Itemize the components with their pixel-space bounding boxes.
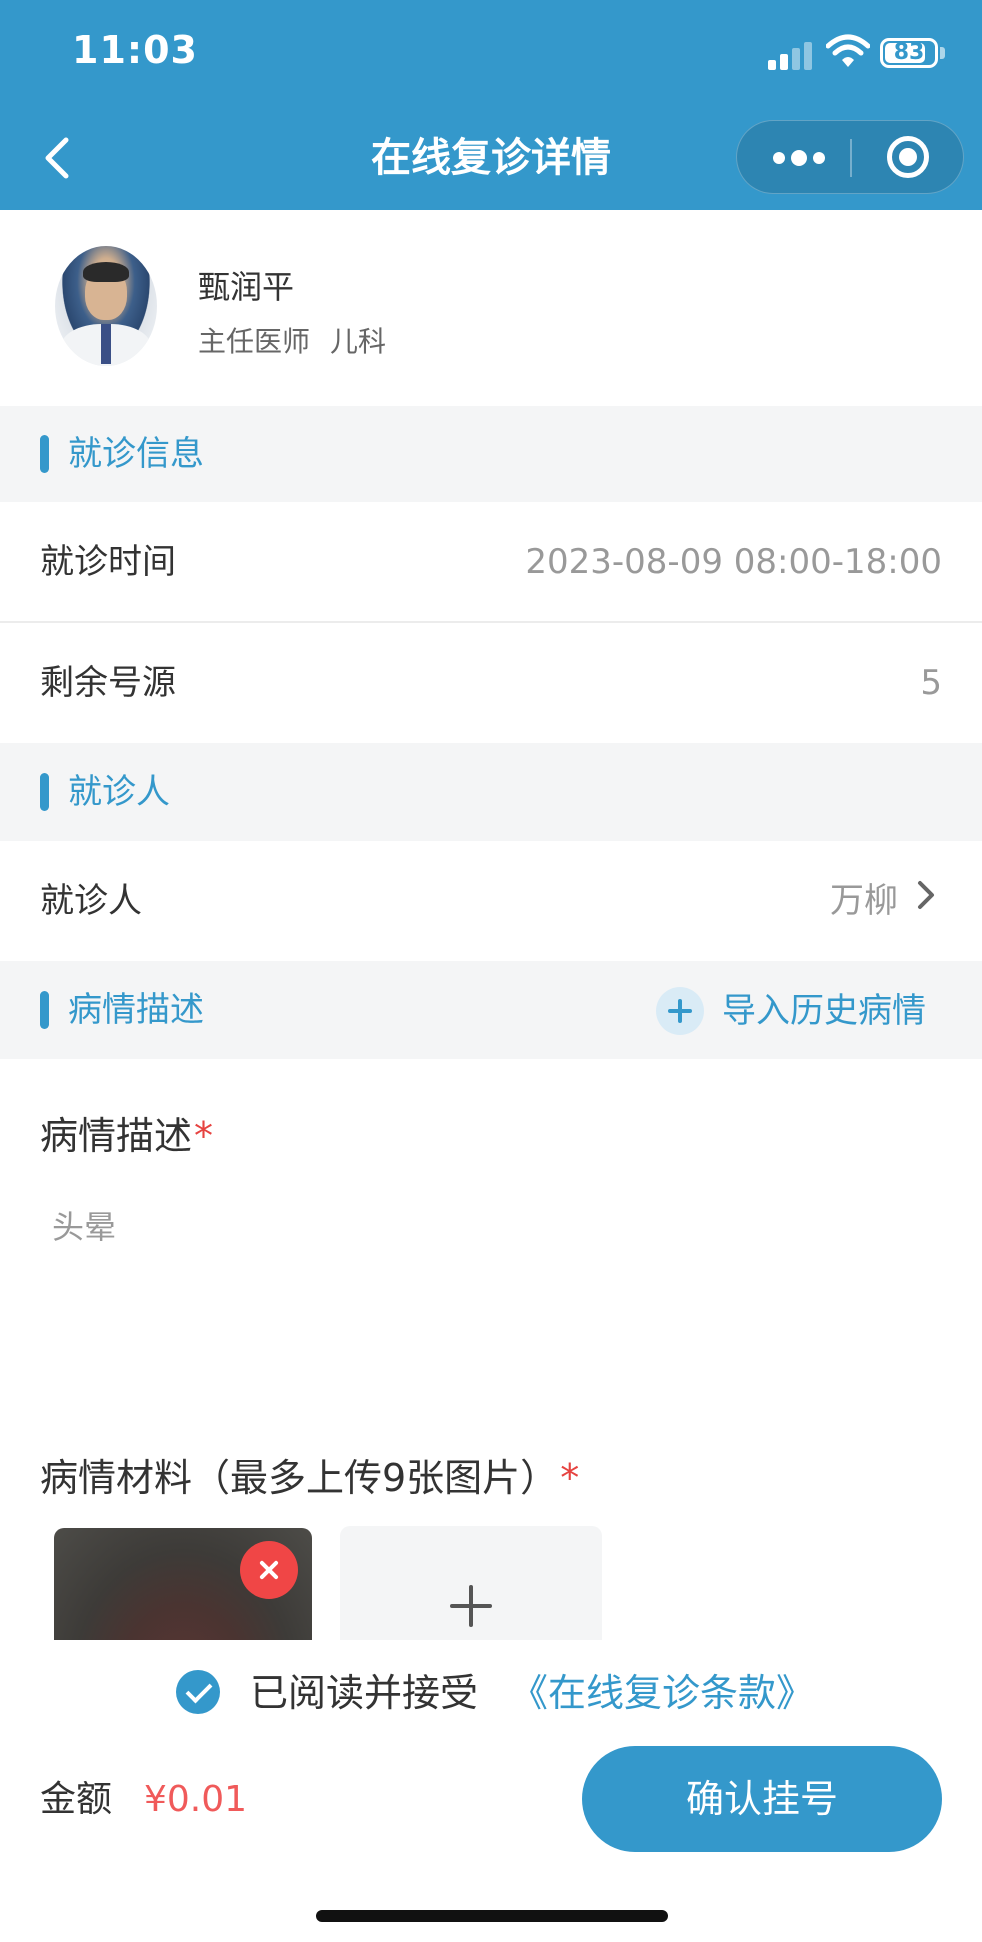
section-title: 就诊信息 [68,434,204,474]
section-visit-info: 就诊信息 [0,406,982,502]
more-dots-icon[interactable] [737,121,849,193]
doctor-name: 甄润平 [198,268,295,306]
chevron-right-icon [918,881,934,909]
amount-label: 金额 [40,1779,113,1820]
doctor-avatar [55,246,157,366]
confirm-register-button[interactable]: 确认挂号 [582,1746,942,1852]
materials-label: 病情材料（最多上传9张图片）* [40,1452,579,1504]
capsule-divider [850,139,852,177]
patient-row[interactable]: 就诊人 万柳 [0,841,982,961]
doctor-card: 甄润平 主任医师 儿科 [0,210,982,406]
agreement-text: 已阅读并接受 [250,1671,479,1715]
condition-desc-input[interactable]: 头晕 [52,1204,116,1250]
close-target-icon[interactable] [853,121,965,193]
agreement-terms-link[interactable]: 《在线复诊条款》 [510,1666,814,1720]
battery-icon: 83 [880,38,938,68]
cellular-signal-icon [768,38,816,70]
doctor-title: 主任医师 儿科 [198,320,386,360]
header: 11:03 83 在线复诊详情 [0,0,982,210]
status-time: 11:03 [72,28,198,72]
mini-program-capsule [736,120,964,194]
condition-desc-label: 病情描述* [40,1110,213,1162]
import-history-label: 导入历史病情 [722,991,926,1031]
doctor-department: 儿科 [330,325,387,358]
section-title: 病情描述 [68,990,204,1030]
battery-tip [940,47,945,59]
section-bar [40,991,49,1029]
visit-time-row: 就诊时间 2023-08-09 08:00-18:00 [0,502,982,622]
section-condition: 病情描述 导入历史病情 [0,961,982,1059]
add-image-button[interactable] [340,1526,602,1656]
amount-value: ¥0.01 [144,1779,248,1820]
required-mark: * [560,1456,580,1500]
page-title: 在线复诊详情 [371,135,611,181]
import-history-button[interactable]: 导入历史病情 [656,987,946,1035]
patient-value: 万柳 [830,881,898,921]
visit-time-label: 就诊时间 [40,542,176,582]
condition-desc-label-text: 病情描述 [40,1114,193,1158]
home-indicator [316,1910,668,1922]
remaining-value: 5 [920,663,942,703]
bottom-bar: 已阅读并接受 《在线复诊条款》 金额 ¥0.01 确认挂号 [0,1640,982,1942]
delete-image-icon[interactable] [240,1541,298,1599]
visit-time-value: 2023-08-09 08:00-18:00 [525,542,942,582]
section-bar [40,773,49,811]
section-patient: 就诊人 [0,743,982,841]
remaining-label: 剩余号源 [40,663,176,703]
materials-label-text: 病情材料（最多上传9张图片） [40,1456,559,1500]
required-mark: * [194,1114,214,1158]
section-bar [40,435,49,473]
doctor-rank: 主任医师 [198,325,311,358]
plus-circle-icon [656,987,704,1035]
section-title: 就诊人 [68,772,170,812]
patient-label: 就诊人 [40,881,142,921]
back-arrow-icon[interactable] [34,128,84,188]
agreement-checkbox-icon[interactable] [176,1670,220,1714]
remaining-row: 剩余号源 5 [0,623,982,743]
battery-percent: 83 [893,40,925,65]
wifi-icon [826,34,870,67]
